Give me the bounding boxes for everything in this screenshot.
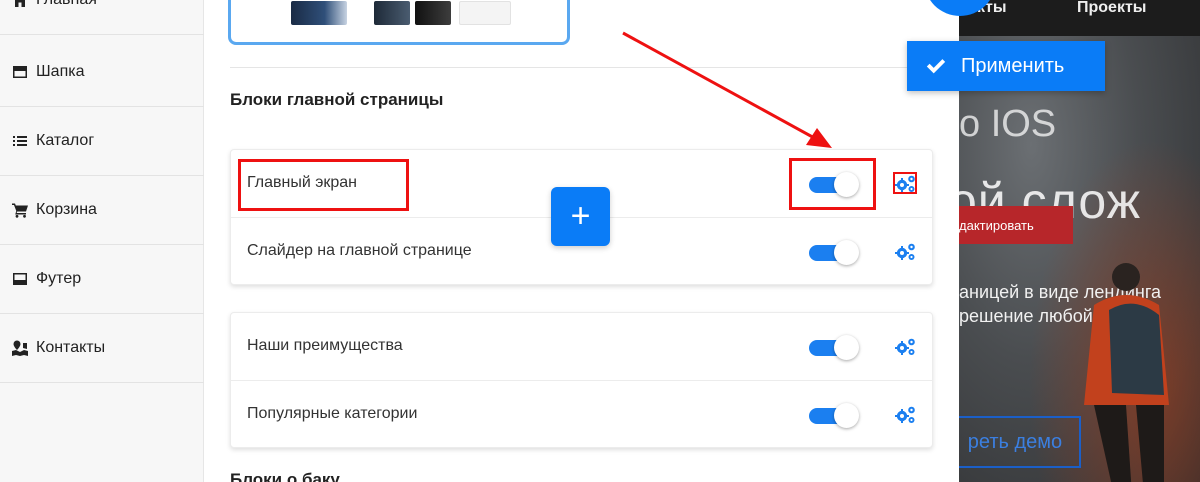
site-heading: o IOS: [959, 103, 1057, 145]
site-nav: кты Проекты: [959, 0, 1200, 36]
block-toggle[interactable]: [809, 403, 859, 428]
hiker-image: [1084, 263, 1169, 482]
annotation-box: [789, 158, 876, 210]
block-settings-gears-icon[interactable]: [893, 337, 917, 357]
sidebar-item-label: Контакты: [36, 339, 106, 356]
sidebar-item-header[interactable]: Шапка: [0, 38, 204, 107]
block-toggle[interactable]: [809, 240, 859, 265]
preview-thumbnail: [291, 1, 347, 25]
home-icon: [10, 0, 30, 10]
preview-thumbnail: [459, 1, 511, 25]
block-label: Слайдер на главной странице: [247, 242, 472, 259]
sidebar-item-catalog[interactable]: Каталог: [0, 107, 204, 176]
site-edit-button[interactable]: дактировать: [959, 206, 1073, 244]
site-nav-link[interactable]: Проекты: [1077, 0, 1146, 16]
sidebar-item-label: Главная: [36, 0, 97, 9]
block-label: Наши преимущества: [247, 337, 403, 354]
sidebar-item-contacts[interactable]: Контакты: [0, 314, 204, 383]
blocks-card: Наши преимущества Популярные категории: [230, 312, 933, 448]
sidebar-item-label: Корзина: [36, 201, 97, 218]
header-icon: [10, 62, 30, 82]
settings-sidebar: Главная Шапка Каталог Корзина Футер Конт…: [0, 0, 204, 482]
preview-thumbnail: [374, 1, 410, 25]
sidebar-item-label: Футер: [36, 270, 82, 287]
divider: [230, 67, 933, 68]
theme-preview-card[interactable]: [228, 0, 570, 45]
block-settings-gears-icon[interactable]: [893, 242, 917, 262]
block-row: Популярные категории: [231, 381, 932, 449]
sidebar-item-label: Шапка: [36, 63, 85, 80]
sidebar-item-footer[interactable]: Футер: [0, 245, 204, 314]
check-icon: [926, 59, 946, 74]
block-row: Наши преимущества: [231, 313, 932, 381]
section-title: Блоки главной страницы: [230, 90, 444, 109]
footer-icon: [10, 269, 30, 289]
block-settings-gears-icon[interactable]: [893, 405, 917, 425]
sidebar-item-cart[interactable]: Корзина: [0, 176, 204, 245]
site-demo-button[interactable]: реть демо: [959, 416, 1081, 468]
apply-button[interactable]: Применить: [907, 41, 1105, 91]
sidebar-item-home[interactable]: Главная: [0, 0, 204, 35]
list-icon: [10, 131, 30, 151]
cart-icon: [10, 200, 30, 220]
annotation-box: [893, 172, 917, 194]
add-block-button[interactable]: +: [551, 187, 610, 246]
sidebar-item-label: Каталог: [36, 132, 95, 149]
block-toggle[interactable]: [809, 335, 859, 360]
map-icon: [10, 338, 30, 358]
annotation-box: [238, 159, 409, 211]
apply-button-label: Применить: [961, 54, 1065, 77]
block-label: Популярные категории: [247, 405, 418, 422]
section-title: Блоки о баку: [230, 470, 340, 482]
preview-thumbnail: [415, 1, 451, 25]
